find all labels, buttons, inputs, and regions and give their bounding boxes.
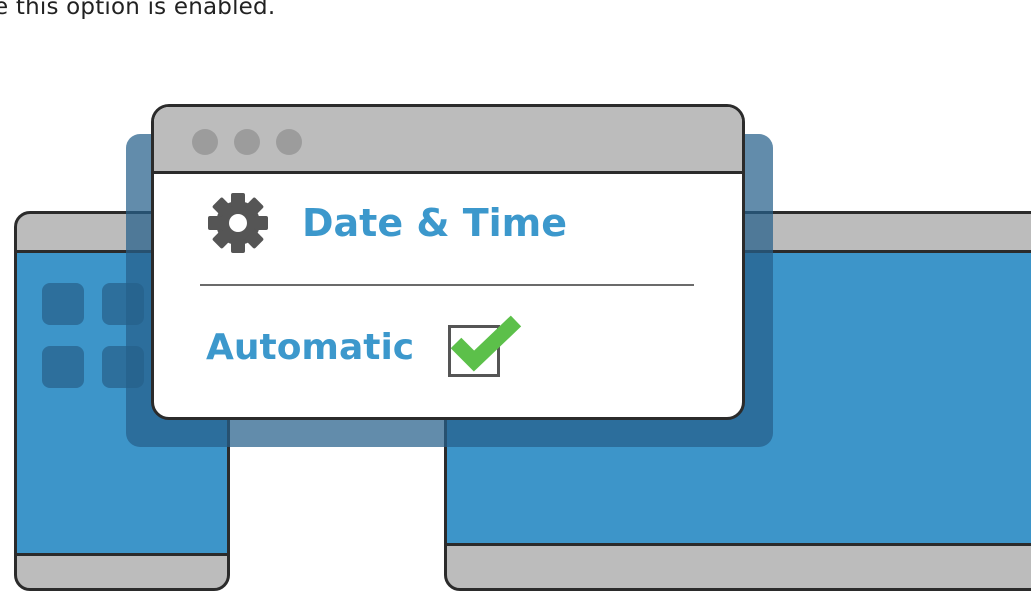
window-minimize-dot[interactable]	[234, 129, 260, 155]
window-heading: Date & Time	[302, 201, 568, 245]
caption-text: e this option is enabled.	[0, 0, 276, 20]
settings-window: Date & Time Automatic	[151, 104, 745, 420]
window-close-dot[interactable]	[192, 129, 218, 155]
app-icon	[42, 346, 84, 388]
window-maximize-dot[interactable]	[276, 129, 302, 155]
window-titlebar[interactable]	[154, 107, 742, 174]
app-icon	[42, 283, 84, 325]
divider	[200, 284, 694, 286]
checkmark-icon	[450, 315, 522, 372]
gear-icon	[208, 193, 268, 253]
automatic-label: Automatic	[206, 327, 415, 368]
